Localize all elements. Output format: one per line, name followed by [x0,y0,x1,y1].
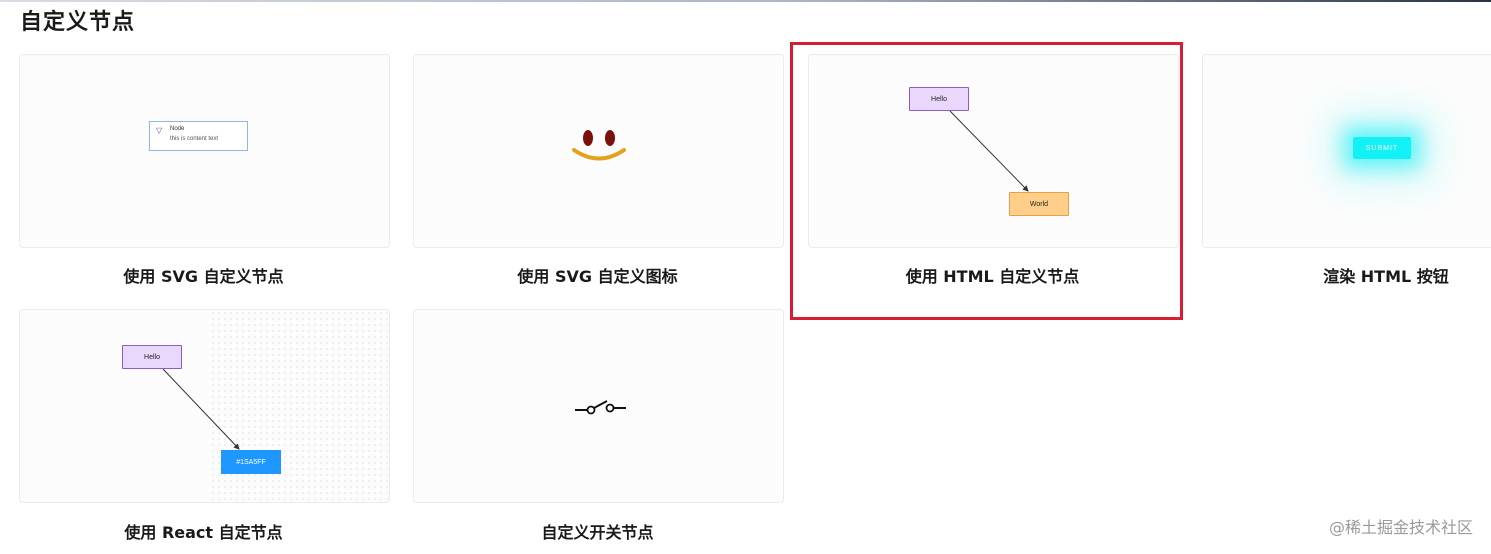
page-title: 自定义节点 [20,10,136,35]
caption-react-custom-node[interactable]: 使用 React 自定节点 [19,519,388,543]
smiley-icon [572,130,626,161]
top-divider [0,0,1491,2]
card-react-custom-node[interactable]: Hello #1SA5FF [19,309,390,503]
card-switch-node[interactable] [413,309,784,503]
node-content: this is content text [170,136,219,142]
caption-svg-custom-node[interactable]: 使用 SVG 自定义节点 [19,263,388,287]
submit-button[interactable]: SUBMIT [1353,137,1411,159]
card-html-button[interactable]: SUBMIT [1202,54,1491,248]
node-hello: Hello [122,345,182,369]
edge-arrow [162,368,240,450]
highlight-frame [790,42,1183,320]
caption-switch-node[interactable]: 自定义开关节点 [413,519,782,543]
caption-html-button[interactable]: 渲染 HTML 按钮 [1282,263,1490,287]
switch-icon [575,400,626,415]
card-svg-custom-node[interactable]: ▽ Node this is content text [19,54,390,248]
preview-node: ▽ Node this is content text [149,121,248,151]
caption-svg-custom-icon[interactable]: 使用 SVG 自定义图标 [413,263,782,287]
vue-logo-icon: ▽ [156,126,163,135]
node-color: #1SA5FF [221,450,281,474]
watermark: @稀土掘金技术社区 [1328,518,1473,537]
card-svg-custom-icon[interactable] [413,54,784,248]
node-title: Node [170,126,185,132]
